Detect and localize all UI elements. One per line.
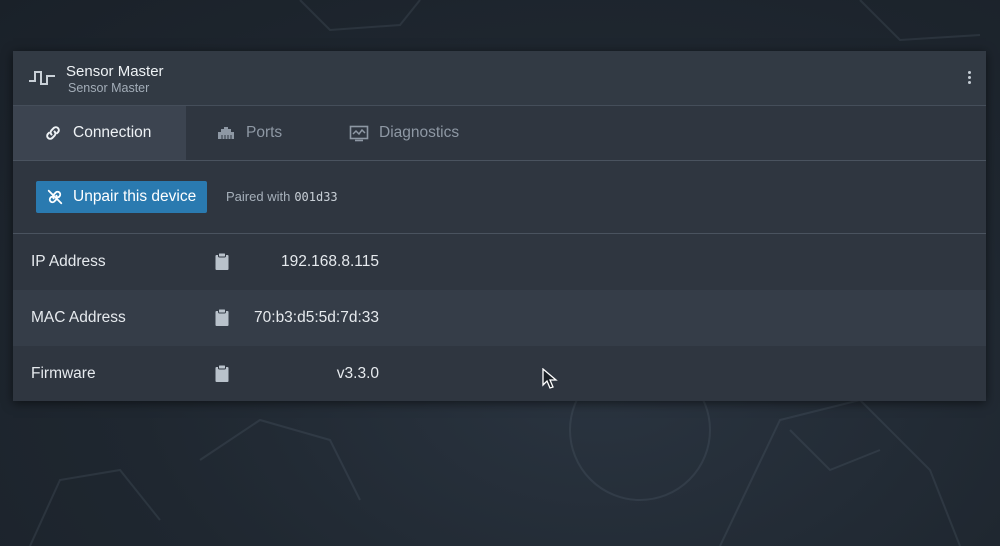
clipboard-icon[interactable] <box>215 309 229 326</box>
tab-connection-label: Connection <box>73 124 152 141</box>
more-menu-icon[interactable] <box>964 69 974 87</box>
clipboard-icon[interactable] <box>215 365 229 382</box>
tab-ports-label: Ports <box>246 124 283 141</box>
tab-connection[interactable]: Connection <box>13 106 186 160</box>
mac-value: 70:b3:d5:5d:7d:33 <box>254 309 379 326</box>
unlink-icon <box>46 188 64 206</box>
clipboard-icon[interactable] <box>215 253 229 270</box>
mouse-cursor-icon <box>542 368 558 389</box>
info-row-ip: IP Address 192.168.8.115 <box>13 234 986 290</box>
unpair-device-button[interactable]: Unpair this device <box>36 181 207 213</box>
info-row-firmware: Firmware v3.3.0 <box>13 346 986 402</box>
paired-id: 001d33 <box>294 190 338 204</box>
paired-prefix: Paired with <box>226 189 291 204</box>
device-subtitle: Sensor Master <box>68 81 150 95</box>
tab-diagnostics-label: Diagnostics <box>379 124 460 141</box>
sensor-signal-icon <box>29 71 55 85</box>
tab-bar: Connection Ports Diagnostics <box>13 106 986 161</box>
paired-status: Paired with 001d33 <box>226 189 338 204</box>
tab-ports[interactable]: Ports <box>186 106 319 160</box>
firmware-label: Firmware <box>31 365 96 382</box>
ip-label: IP Address <box>31 253 106 270</box>
unpair-label: Unpair this device <box>73 188 197 205</box>
tab-diagnostics[interactable]: Diagnostics <box>319 106 489 160</box>
ethernet-port-icon <box>216 123 236 143</box>
connection-actions: Unpair this device Paired with 001d33 <box>13 161 986 234</box>
firmware-value: v3.3.0 <box>336 365 379 382</box>
card-header: Sensor Master Sensor Master <box>13 51 986 106</box>
mac-label: MAC Address <box>31 309 126 326</box>
ip-value: 192.168.8.115 <box>281 253 379 270</box>
monitor-chart-icon <box>349 123 369 143</box>
info-row-mac: MAC Address 70:b3:d5:5d:7d:33 <box>13 290 986 346</box>
link-icon <box>43 123 63 143</box>
device-title: Sensor Master <box>66 63 164 80</box>
device-card: Sensor Master Sensor Master Connection P… <box>13 51 986 401</box>
